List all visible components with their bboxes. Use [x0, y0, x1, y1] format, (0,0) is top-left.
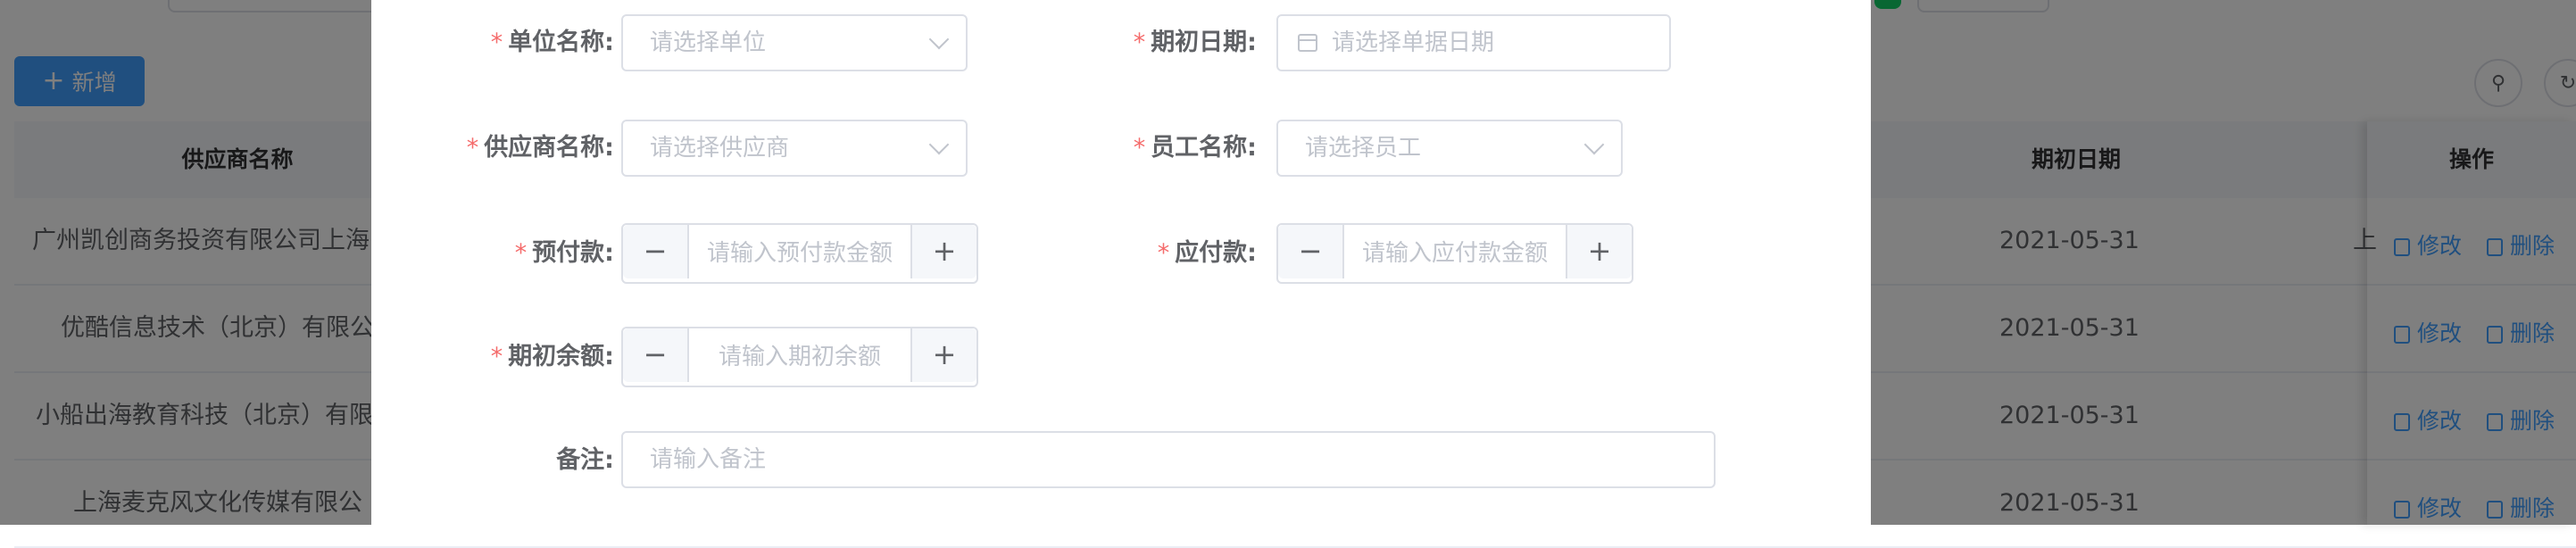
increase-button[interactable]: +	[910, 328, 976, 382]
chevron-down-icon	[1583, 134, 1605, 155]
required-mark: *	[1133, 134, 1146, 162]
remark-input[interactable]: 请输入备注	[621, 431, 1716, 488]
balance-placeholder[interactable]: 请输入期初余额	[689, 328, 910, 386]
prepay-label-text: 预付款:	[532, 239, 614, 267]
required-mark: *	[514, 239, 528, 267]
remark-label: 备注:	[425, 443, 614, 478]
date-placeholder: 请选择单据日期	[1332, 29, 1495, 56]
employee-placeholder: 请选择员工	[1305, 135, 1422, 162]
prepay-stepper[interactable]: − 请输入预付款金额 +	[621, 223, 978, 284]
date-label: * 期初日期:	[1068, 25, 1257, 61]
balance-label-text: 期初余额:	[508, 343, 614, 370]
date-picker[interactable]: 请选择单据日期	[1276, 14, 1671, 71]
required-mark: *	[466, 134, 479, 162]
payable-label-text: 应付款:	[1175, 239, 1257, 267]
increase-button[interactable]: +	[910, 225, 976, 278]
payable-label: * 应付款:	[1068, 236, 1257, 271]
calendar-icon	[1298, 34, 1317, 52]
decrease-button[interactable]: −	[623, 225, 689, 278]
balance-label: * 期初余额:	[425, 339, 614, 375]
chevron-down-icon	[928, 29, 950, 50]
payable-placeholder[interactable]: 请输入应付款金额	[1344, 225, 1566, 282]
decrease-button[interactable]: −	[1278, 225, 1344, 278]
payable-stepper[interactable]: − 请输入应付款金额 +	[1276, 223, 1633, 284]
increase-button[interactable]: +	[1566, 225, 1632, 278]
remark-label-text: 备注:	[556, 446, 614, 474]
balance-stepper[interactable]: − 请输入期初余额 +	[621, 327, 978, 387]
required-mark: *	[1133, 29, 1146, 56]
prepay-label: * 预付款:	[425, 236, 614, 271]
unit-placeholder: 请选择单位	[650, 29, 767, 56]
supplier-placeholder: 请选择供应商	[650, 135, 790, 162]
required-mark: *	[490, 29, 503, 56]
required-mark: *	[490, 343, 503, 370]
chevron-down-icon	[928, 134, 950, 155]
employee-label: * 员工名称:	[1068, 130, 1257, 166]
supplier-select[interactable]: 请选择供应商	[621, 120, 968, 177]
prepay-placeholder[interactable]: 请输入预付款金额	[689, 225, 910, 282]
opening-balance-dialog: * 单位名称: 请选择单位 * 期初日期: 请选择单据日期 * 供应商名称: 请选择供…	[371, 0, 1871, 525]
remark-placeholder: 请输入备注	[650, 446, 767, 473]
supplier-label: * 供应商名称:	[407, 130, 614, 166]
supplier-label-text: 供应商名称:	[484, 134, 614, 162]
unit-select[interactable]: 请选择单位	[621, 14, 968, 71]
employee-label-text: 员工名称:	[1151, 134, 1257, 162]
unit-label: * 单位名称:	[425, 25, 614, 61]
date-label-text: 期初日期:	[1151, 29, 1257, 56]
required-mark: *	[1157, 239, 1170, 267]
unit-label-text: 单位名称:	[508, 29, 614, 56]
employee-select[interactable]: 请选择员工	[1276, 120, 1623, 177]
decrease-button[interactable]: −	[623, 328, 689, 382]
